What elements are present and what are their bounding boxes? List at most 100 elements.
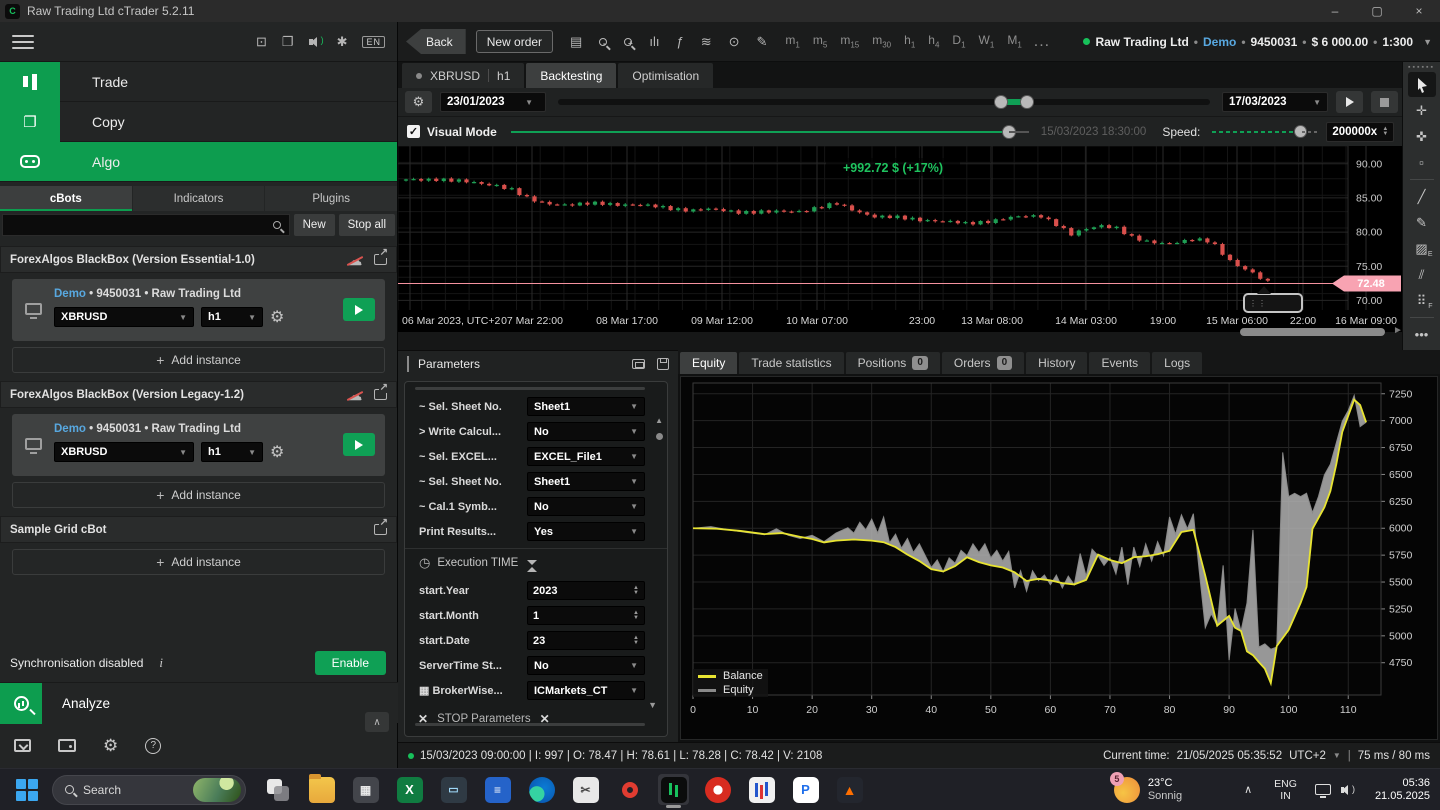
timeframe-M1[interactable]: M1: [1007, 33, 1021, 49]
volume-icon[interactable]: ): [1341, 784, 1355, 796]
excel-icon[interactable]: X: [394, 774, 425, 805]
instance-settings-icon[interactable]: ⚙: [270, 307, 284, 327]
tab-positions[interactable]: Positions0: [846, 352, 940, 374]
tab-trade-statistics[interactable]: Trade statistics: [739, 352, 843, 374]
parameter-select[interactable]: Yes▼: [527, 522, 645, 541]
share-icon[interactable]: [374, 524, 387, 535]
compare-parameters-icon[interactable]: [632, 359, 645, 369]
back-button[interactable]: Back: [406, 29, 466, 54]
language-badge[interactable]: EN: [362, 36, 385, 48]
taskbar-search[interactable]: Search: [52, 775, 246, 805]
replay-drag-handle[interactable]: ⋮⋮: [1243, 293, 1303, 313]
end-date-select[interactable]: 17/03/2023▼: [1222, 92, 1328, 112]
add-instance-button[interactable]: +Add instance: [12, 482, 385, 508]
sidebar-item-algo[interactable]: Algo: [0, 142, 397, 182]
tab-history[interactable]: History: [1026, 352, 1087, 374]
weather-widget[interactable]: 5 23°CSonnig: [1114, 777, 1182, 803]
fullscreen-icon[interactable]: ⊡: [256, 34, 267, 50]
start-backtest-button[interactable]: [1336, 91, 1363, 113]
network-icon[interactable]: [1315, 784, 1331, 795]
more-timeframes-button[interactable]: ...: [1034, 33, 1050, 51]
browser-red-icon[interactable]: [702, 774, 733, 805]
fibonacci-tool[interactable]: ⫽: [1408, 262, 1436, 287]
sidebar-item-trade[interactable]: Trade: [0, 62, 397, 102]
parameter-select[interactable]: EXCEL_File1▼: [527, 447, 645, 466]
layers-icon[interactable]: ≋: [701, 34, 712, 50]
share-icon[interactable]: [374, 389, 387, 400]
parameter-select[interactable]: Sheet1▼: [527, 472, 645, 491]
freehand-draw-tool[interactable]: ✎: [1408, 210, 1436, 235]
replay-progress-slider[interactable]: [511, 131, 1009, 133]
tray-chevron-icon[interactable]: ∧: [1244, 783, 1252, 796]
cbot-header[interactable]: ForexAlgos BlackBox (Version Legacy-1.2)…: [0, 381, 397, 408]
parameter-select[interactable]: ICMarkets_CT▼: [527, 681, 645, 700]
start-cbot-button[interactable]: [343, 298, 375, 321]
pattern-tool[interactable]: ⠿F: [1408, 288, 1436, 313]
timeframe-D1[interactable]: D1: [952, 33, 965, 49]
stocks-app-icon[interactable]: [746, 774, 777, 805]
backtest-settings-gear-icon[interactable]: ⚙: [405, 91, 432, 113]
instance-settings-icon[interactable]: ⚙: [270, 442, 284, 462]
trendline-tool[interactable]: ╱: [1408, 184, 1436, 209]
timeframe-m5[interactable]: m5: [813, 33, 827, 49]
app-p-icon[interactable]: P: [790, 774, 821, 805]
fx-icon[interactable]: ƒ: [676, 34, 683, 49]
opera-icon[interactable]: [614, 774, 645, 805]
remote-desktop-icon[interactable]: ▭: [438, 774, 469, 805]
new-cbot-button[interactable]: New: [294, 214, 335, 236]
deposit-icon[interactable]: [14, 739, 31, 752]
cloud-disabled-icon[interactable]: ☁: [348, 389, 362, 401]
save-parameters-icon[interactable]: [657, 358, 669, 370]
sound-icon[interactable]: ): [309, 36, 322, 48]
sidebar-item-analyze[interactable]: Analyze: [0, 682, 398, 723]
tab-orders[interactable]: Orders0: [942, 352, 1024, 374]
cbot-search-input[interactable]: [2, 214, 290, 236]
timeframe-h1[interactable]: h1: [904, 33, 915, 49]
plugins-icon[interactable]: ✱: [337, 34, 348, 50]
notes-icon[interactable]: ≡: [482, 774, 513, 805]
replay-progress-handle[interactable]: [1002, 125, 1016, 139]
date-range-slider[interactable]: [558, 99, 1210, 105]
task-view-icon[interactable]: [262, 774, 293, 805]
timeframe-m15[interactable]: m15: [840, 33, 859, 49]
file-explorer-icon[interactable]: [306, 774, 337, 805]
help-icon[interactable]: ?: [145, 738, 161, 754]
stop-backtest-button[interactable]: [1371, 91, 1398, 113]
matlab-icon[interactable]: ▲: [834, 774, 865, 805]
speed-handle[interactable]: [1294, 125, 1307, 138]
edge-icon[interactable]: [526, 774, 557, 805]
share-icon[interactable]: [374, 254, 387, 265]
cbot-instance[interactable]: Demo • 9450031 • Raw Trading LtdXBRUSD▼h…: [12, 414, 385, 476]
settings-gear-icon[interactable]: ⚙: [103, 736, 118, 756]
account-selector[interactable]: Raw Trading Ltd • Demo • 9450031 • $ 6 0…: [1083, 35, 1432, 49]
parameter-stepper[interactable]: 1▲▼: [527, 606, 645, 625]
start-button[interactable]: [16, 779, 38, 801]
snap-to-candle-tool[interactable]: ▫: [1408, 150, 1436, 175]
parameter-stepper[interactable]: 23▲▼: [527, 631, 645, 650]
timeframe-m1[interactable]: m1: [785, 33, 799, 49]
ctrader-icmarkets-icon[interactable]: [658, 774, 689, 805]
chart-layout-icon[interactable]: ▤: [570, 34, 582, 50]
eye-icon[interactable]: ⊙: [729, 34, 740, 50]
timeframe-W1[interactable]: W1: [979, 33, 995, 49]
timeframe-select[interactable]: h1▼: [201, 442, 263, 462]
tab-events[interactable]: Events: [1089, 352, 1150, 374]
tab-chart-xbrusd[interactable]: XBRUSD h1: [402, 63, 524, 88]
equity-chart[interactable]: 0102030405060708090100110475050005250550…: [680, 376, 1438, 740]
timeframe-m30[interactable]: m30: [872, 33, 891, 49]
new-order-button[interactable]: New order: [476, 30, 553, 53]
chart-scrollbar[interactable]: [1240, 328, 1385, 336]
timeframe-h4[interactable]: h4: [928, 33, 939, 49]
parameters-scrollbar[interactable]: ▲: [655, 416, 663, 440]
speed-slider[interactable]: [1212, 131, 1302, 133]
range-handle-end[interactable]: [1020, 95, 1034, 109]
enable-sync-button[interactable]: Enable: [315, 651, 386, 675]
crosshair-tool[interactable]: ✛: [1408, 98, 1436, 123]
zoom-out-icon[interactable]: -: [599, 38, 607, 46]
snipping-tool-icon[interactable]: ✂: [570, 774, 601, 805]
visual-mode-checkbox[interactable]: ✓: [407, 125, 420, 138]
range-handle-start[interactable]: [994, 95, 1008, 109]
parameter-select[interactable]: No▼: [527, 656, 645, 675]
toolbar-drag-handle[interactable]: ▪▪▪▪▪▪: [1408, 65, 1435, 71]
indicators-icon[interactable]: ılı: [649, 34, 659, 49]
